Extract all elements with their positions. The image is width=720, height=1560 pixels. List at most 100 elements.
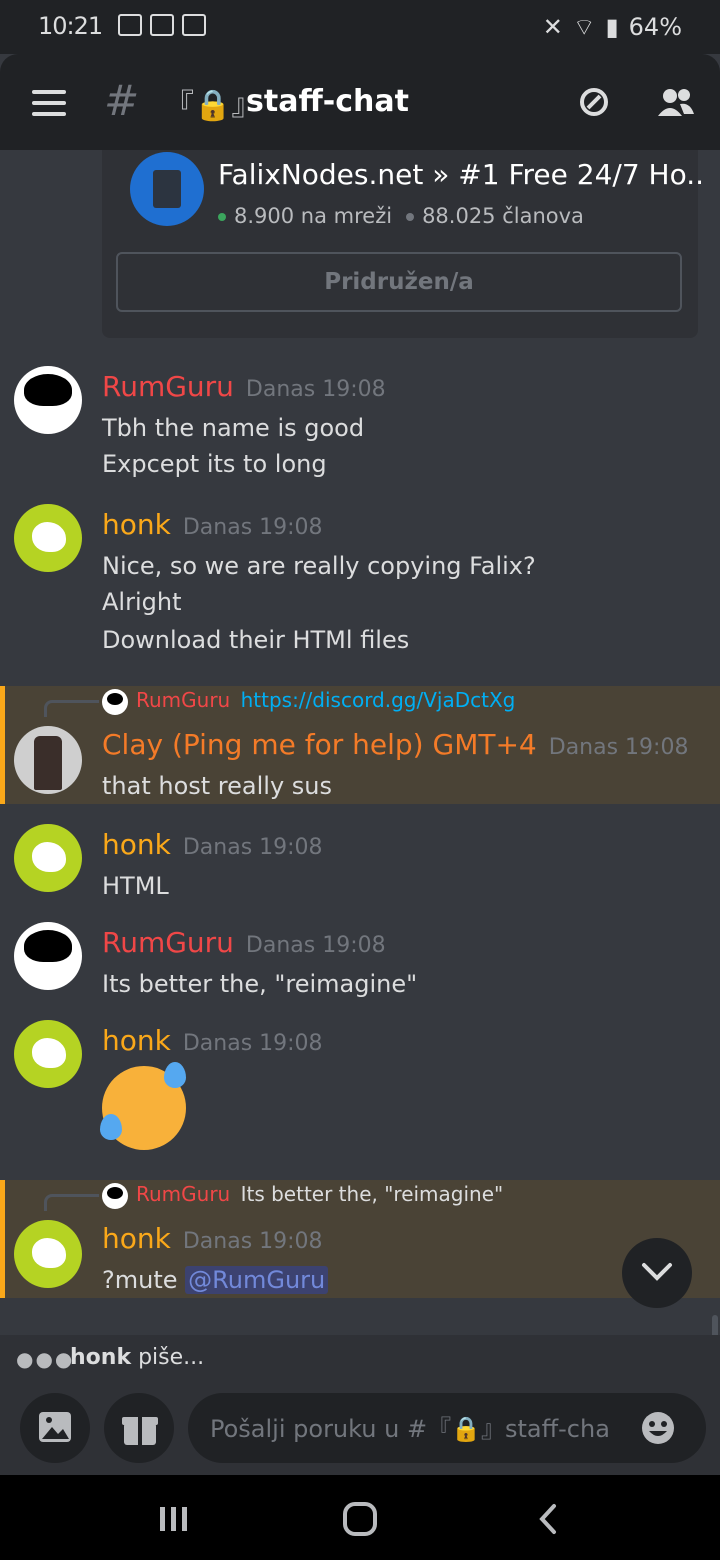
command-text: ?mute: [102, 1266, 178, 1294]
message-list[interactable]: FalixNodes.net » #1 Free 24/7 Ho.. 8.900…: [0, 150, 720, 1335]
joined-button[interactable]: Pridružen/a: [116, 252, 682, 312]
reply-connector: [44, 700, 99, 717]
mute-icon: ✕: [542, 13, 563, 41]
chevron-down-icon: [642, 1263, 672, 1281]
invite-card: FalixNodes.net » #1 Free 24/7 Ho.. 8.900…: [102, 150, 704, 338]
avatar[interactable]: [14, 1220, 82, 1288]
typing-suffix: piše...: [138, 1345, 205, 1370]
message-text: ?mute @RumGuru: [102, 1266, 329, 1294]
channel-title[interactable]: staff-chat: [246, 84, 409, 119]
message-reply-highlighted[interactable]: RumGuru https://discord.gg/VjaDctXg Clay…: [0, 686, 720, 804]
message-header: RumGuru Danas 19:08: [102, 370, 386, 403]
channel-hash-icon: #: [104, 76, 140, 125]
teams-icon: [150, 14, 174, 36]
message-header: honk Danas 19:08: [102, 1222, 323, 1255]
avatar[interactable]: [14, 1020, 82, 1088]
members-icon[interactable]: [656, 86, 696, 118]
menu-icon[interactable]: [32, 90, 66, 116]
message[interactable]: honk Danas 19:08: [0, 1016, 720, 1166]
avatar[interactable]: [14, 726, 82, 794]
message-text: HTML: [102, 872, 169, 900]
message[interactable]: honk Danas 19:08 Nice, so we are really c…: [0, 500, 720, 670]
timestamp: Danas 19:08: [182, 1031, 323, 1056]
timestamp: Danas 19:08: [182, 1229, 323, 1254]
online-count: 8.900 na mreži: [234, 204, 393, 228]
status-time: 10:21: [38, 12, 103, 40]
message-header: honk Danas 19:08: [102, 828, 323, 861]
timestamp: Danas 19:08: [245, 377, 386, 402]
home-icon[interactable]: [342, 1501, 378, 1537]
timestamp: Danas 19:08: [182, 515, 323, 540]
jump-to-bottom-button[interactable]: [622, 1238, 692, 1308]
status-bar: 10:21 ✕ ⌔ ▮ 64%: [0, 0, 720, 54]
reply-text: Its better the, "reimagine": [240, 1182, 504, 1206]
typing-dots-icon: ●●●: [16, 1347, 75, 1371]
gift-icon: [122, 1417, 158, 1445]
signal-icon: ▮: [605, 13, 619, 41]
reply-author: RumGuru: [136, 1182, 231, 1206]
message-header: honk Danas 19:08: [102, 1024, 323, 1057]
scrollbar[interactable]: [712, 1315, 718, 1335]
author-name[interactable]: honk: [102, 1222, 171, 1255]
author-name[interactable]: RumGuru: [102, 370, 234, 403]
attach-image-button[interactable]: [20, 1393, 90, 1463]
author-name[interactable]: honk: [102, 1024, 171, 1057]
timestamp: Danas 19:08: [245, 933, 386, 958]
message-text: Download their HTMl files: [102, 626, 410, 654]
message-header: honk Danas 19:08: [102, 508, 323, 541]
message-text: that host really sus: [102, 772, 333, 800]
reply-preview[interactable]: RumGuru Its better the, "reimagine": [102, 1182, 503, 1209]
message[interactable]: honk Danas 19:08 HTML: [0, 820, 720, 910]
threads-icon[interactable]: [578, 86, 610, 118]
author-name[interactable]: Clay (Ping me for help) GMT+4: [102, 728, 537, 761]
avatar[interactable]: [14, 824, 82, 892]
reply-author: RumGuru: [136, 688, 231, 712]
timestamp: Danas 19:08: [182, 835, 323, 860]
message[interactable]: RumGuru Danas 19:08 Its better the, "reim…: [0, 918, 720, 1008]
author-name[interactable]: RumGuru: [102, 926, 234, 959]
author-name[interactable]: honk: [102, 508, 171, 541]
reply-connector: [44, 1194, 99, 1211]
message-reply-highlighted[interactable]: RumGuru Its better the, "reimagine" honk…: [0, 1180, 720, 1298]
message-header: RumGuru Danas 19:08: [102, 926, 386, 959]
reply-preview[interactable]: RumGuru https://discord.gg/VjaDctXg: [102, 688, 515, 715]
server-icon: [130, 152, 204, 226]
reply-avatar: [102, 688, 128, 715]
wifi-icon: ⌔: [572, 13, 596, 41]
avatar[interactable]: [14, 922, 82, 990]
online-dot-icon: [218, 213, 226, 221]
typing-user: honk: [70, 1345, 132, 1370]
emoji-icon[interactable]: [640, 1410, 676, 1446]
message-text: Alright: [102, 588, 182, 616]
battery-text: 64%: [628, 13, 682, 41]
reply-link[interactable]: https://discord.gg/VjaDctXg: [241, 688, 516, 712]
reply-avatar: [102, 1182, 128, 1209]
message-text: Its better the, "reimagine": [102, 970, 418, 998]
typing-indicator: ●●● honk piše...: [0, 1335, 720, 1383]
timestamp: Danas 19:08: [548, 735, 689, 760]
invite-server-name: FalixNodes.net » #1 Free 24/7 Ho..: [218, 158, 705, 191]
system-nav-bar: [0, 1475, 720, 1560]
notification-icons: [118, 14, 206, 36]
message-input[interactable]: [208, 1411, 612, 1447]
invite-stats: 8.900 na mreži 88.025 članova: [218, 204, 584, 228]
message-text: Expcept its to long: [102, 450, 327, 478]
gallery-icon: [182, 14, 206, 36]
cast-icon: [118, 14, 142, 36]
recent-apps-icon[interactable]: [158, 1505, 190, 1533]
message-text: Nice, so we are really copying Falix?: [102, 552, 536, 580]
user-mention[interactable]: @RumGuru: [185, 1266, 329, 1294]
avatar[interactable]: [14, 504, 82, 572]
back-icon[interactable]: [536, 1503, 560, 1535]
message-text: Tbh the name is good: [102, 414, 365, 442]
author-name[interactable]: honk: [102, 828, 171, 861]
message-input-box[interactable]: [188, 1393, 706, 1463]
member-count: 88.025 članova: [422, 204, 584, 228]
avatar[interactable]: [14, 366, 82, 434]
gift-button[interactable]: [104, 1393, 174, 1463]
members-dot-icon: [406, 213, 415, 221]
image-icon: [39, 1412, 71, 1442]
message-header: Clay (Ping me for help) GMT+4 Danas 19:08: [102, 728, 688, 761]
message[interactable]: RumGuru Danas 19:08 Tbh the name is good …: [0, 360, 720, 490]
rolling-on-floor-laughing-emoji-icon[interactable]: [100, 1062, 186, 1150]
